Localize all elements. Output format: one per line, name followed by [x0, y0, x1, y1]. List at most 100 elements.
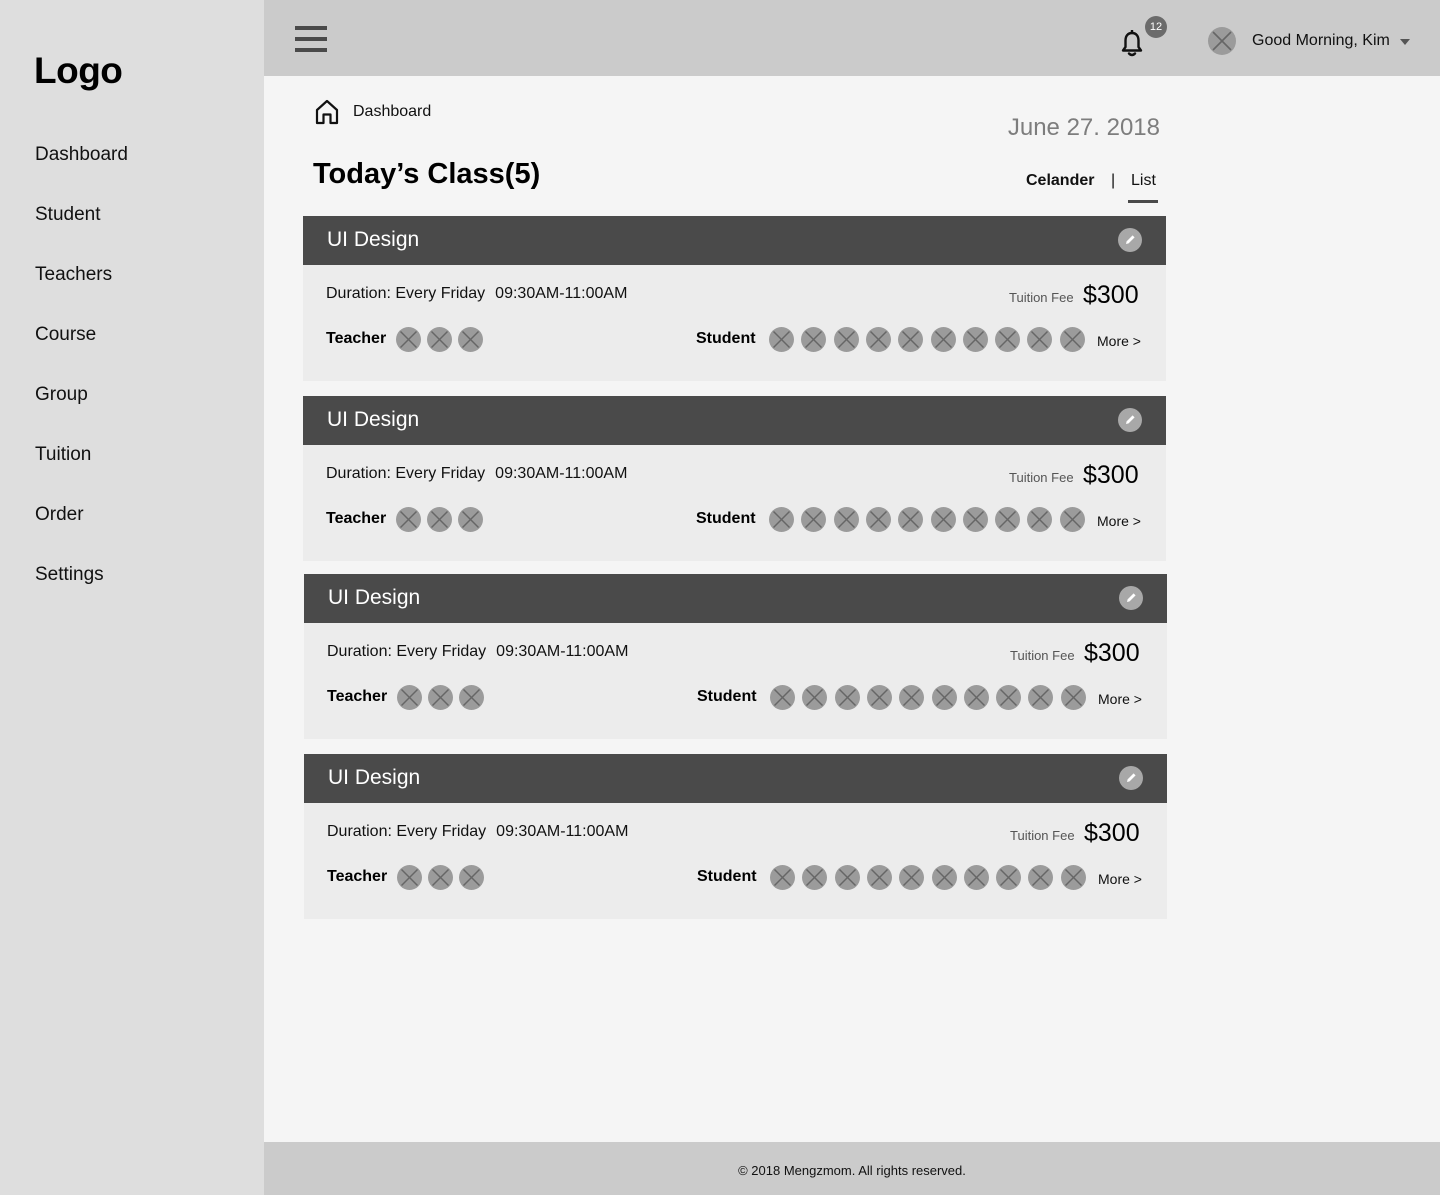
student-avatar-icon[interactable]	[995, 327, 1020, 352]
student-avatar-icon[interactable]	[835, 685, 860, 710]
teacher-avatar-icon[interactable]	[427, 327, 452, 352]
sidebar-item-teachers[interactable]: Teachers	[35, 262, 128, 322]
student-avatar-icon[interactable]	[898, 327, 923, 352]
more-link[interactable]: More >	[1097, 513, 1141, 529]
teacher-avatar-icon[interactable]	[397, 685, 422, 710]
duration-label: Duration: Every Friday	[327, 823, 487, 840]
caret-down-icon	[1399, 39, 1410, 45]
student-avatar-icon[interactable]	[1060, 507, 1085, 532]
breadcrumb[interactable]: Dashboard	[315, 99, 431, 125]
student-avatar-icon[interactable]	[770, 865, 795, 890]
student-avatar-icon[interactable]	[801, 327, 826, 352]
student-avatar-icon[interactable]	[801, 507, 826, 532]
tuition-fee-label: Tuition Fee	[1009, 290, 1074, 305]
student-avatar-icon[interactable]	[769, 327, 794, 352]
edit-pencil-icon[interactable]	[1119, 766, 1143, 790]
duration-label: Duration: Every Friday	[326, 465, 486, 482]
sidebar-item-group[interactable]: Group	[35, 382, 128, 442]
class-card: UI Design Duration: Every Friday 09:30AM-1…	[304, 574, 1167, 739]
student-avatar-icon[interactable]	[1061, 865, 1086, 890]
student-avatar-icon[interactable]	[963, 327, 988, 352]
teacher-avatar-icon[interactable]	[459, 865, 484, 890]
sidebar-item-dashboard[interactable]: Dashboard	[35, 142, 128, 202]
notification-badge: 12	[1145, 16, 1167, 38]
sidebar-item-settings[interactable]: Settings	[35, 562, 128, 622]
student-avatar-icon[interactable]	[802, 685, 827, 710]
student-avatar-icon[interactable]	[866, 327, 891, 352]
tuition-fee-value: $300	[1083, 461, 1139, 489]
student-avatar-icon[interactable]	[932, 685, 957, 710]
tab-list[interactable]: List	[1131, 172, 1156, 190]
more-link[interactable]: More >	[1097, 333, 1141, 349]
teacher-avatar-icon[interactable]	[428, 865, 453, 890]
student-avatar-icon[interactable]	[834, 507, 859, 532]
sidebar-item-tuition[interactable]: Tuition	[35, 442, 128, 502]
student-avatar-icon[interactable]	[931, 327, 956, 352]
teacher-avatar-icon[interactable]	[427, 507, 452, 532]
student-avatar-icon[interactable]	[1028, 865, 1053, 890]
class-card-header: UI Design	[304, 754, 1167, 803]
student-avatar-icon[interactable]	[1060, 327, 1085, 352]
student-avatar-icon[interactable]	[802, 865, 827, 890]
student-avatar-icon[interactable]	[963, 507, 988, 532]
class-card: UI Design Duration: Every Friday 09:30AM-1…	[304, 754, 1167, 919]
sidebar-item-course[interactable]: Course	[35, 322, 128, 382]
edit-pencil-icon[interactable]	[1118, 228, 1142, 252]
class-title: UI Design	[328, 766, 421, 789]
tuition-fee-label: Tuition Fee	[1010, 648, 1075, 663]
student-avatar-icon[interactable]	[995, 507, 1020, 532]
student-avatar-icon[interactable]	[770, 685, 795, 710]
edit-pencil-icon[interactable]	[1119, 586, 1143, 610]
teacher-avatar-icon[interactable]	[396, 507, 421, 532]
student-avatar-icon[interactable]	[1027, 327, 1052, 352]
sidebar-nav: Dashboard Student Teachers Course Group …	[35, 142, 128, 622]
class-duration: Duration: Every Friday 09:30AM-11:00AM	[326, 465, 627, 483]
student-label: Student	[697, 868, 757, 885]
class-card: UI Design Duration: Every Friday 09:30AM-1…	[303, 216, 1166, 381]
student-avatar-icon[interactable]	[964, 685, 989, 710]
top-bar: 12 Good Morning, Kim	[264, 0, 1440, 76]
bell-icon[interactable]	[1120, 29, 1144, 58]
student-avatar-icon[interactable]	[769, 507, 794, 532]
teacher-avatar-icon[interactable]	[459, 685, 484, 710]
student-avatar-icon[interactable]	[931, 507, 956, 532]
teacher-avatar-icon[interactable]	[458, 327, 483, 352]
class-card-header: UI Design	[304, 574, 1167, 623]
duration-label: Duration: Every Friday	[327, 643, 487, 660]
teacher-avatar-icon[interactable]	[397, 865, 422, 890]
student-avatar-icon[interactable]	[1028, 685, 1053, 710]
class-duration: Duration: Every Friday 09:30AM-11:00AM	[327, 643, 628, 661]
class-card-header: UI Design	[303, 396, 1166, 445]
user-menu[interactable]: Good Morning, Kim	[1208, 26, 1410, 56]
student-avatar-icon[interactable]	[996, 865, 1021, 890]
student-avatar-icon[interactable]	[866, 507, 891, 532]
teacher-avatar-icon[interactable]	[396, 327, 421, 352]
student-avatar-icon[interactable]	[1027, 507, 1052, 532]
sidebar-item-order[interactable]: Order	[35, 502, 128, 562]
tab-calendar[interactable]: Celander	[1026, 172, 1094, 190]
teacher-avatar-icon[interactable]	[428, 685, 453, 710]
student-avatar-icon[interactable]	[1061, 685, 1086, 710]
more-link[interactable]: More >	[1098, 691, 1142, 707]
tuition-fee-value: $300	[1084, 639, 1140, 667]
class-title: UI Design	[327, 228, 420, 251]
teacher-label: Teacher	[327, 688, 388, 705]
edit-pencil-icon[interactable]	[1118, 408, 1142, 432]
student-avatar-icon[interactable]	[898, 507, 923, 532]
student-avatar-icon[interactable]	[899, 685, 924, 710]
avatar-placeholder-icon	[1208, 27, 1236, 55]
hamburger-menu-icon[interactable]	[295, 26, 327, 52]
student-avatar-icon[interactable]	[834, 327, 859, 352]
student-avatar-icon[interactable]	[964, 865, 989, 890]
student-avatar-icon[interactable]	[867, 865, 892, 890]
student-avatar-icon[interactable]	[835, 865, 860, 890]
student-avatar-icon[interactable]	[996, 685, 1021, 710]
student-avatar-icon[interactable]	[932, 865, 957, 890]
sidebar-item-student[interactable]: Student	[35, 202, 128, 262]
teacher-avatar-icon[interactable]	[458, 507, 483, 532]
class-card-header: UI Design	[303, 216, 1166, 265]
student-avatar-icon[interactable]	[899, 865, 924, 890]
student-avatar-icon[interactable]	[867, 685, 892, 710]
more-link[interactable]: More >	[1098, 871, 1142, 887]
teacher-label: Teacher	[326, 510, 387, 527]
